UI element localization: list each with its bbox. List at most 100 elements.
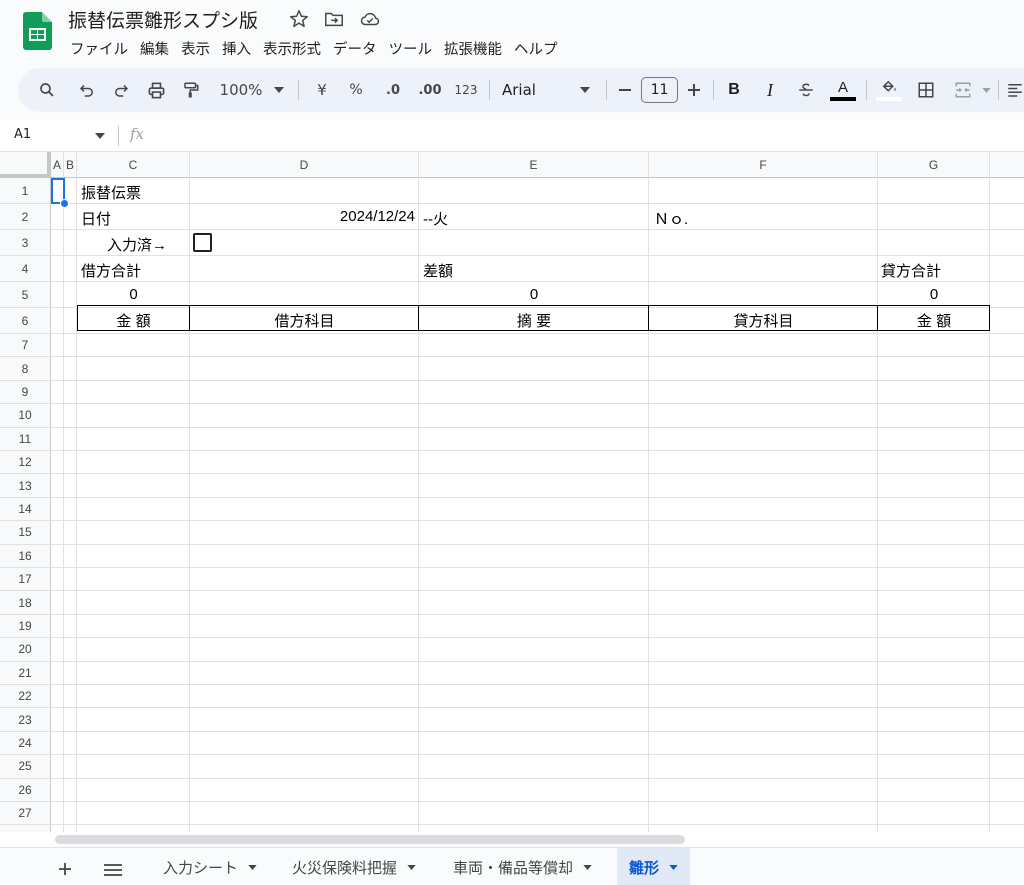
merge-cells-button[interactable]: [952, 68, 974, 112]
row-header[interactable]: 16: [0, 544, 51, 568]
percent-format-button[interactable]: %: [346, 68, 366, 112]
caret-down-icon[interactable]: [669, 864, 678, 870]
bold-button[interactable]: B: [724, 68, 744, 112]
row-header[interactable]: 6: [0, 308, 51, 334]
text-color-button[interactable]: A: [830, 68, 856, 112]
horizontal-scrollbar[interactable]: [55, 835, 685, 844]
column-header-a[interactable]: A: [51, 152, 64, 178]
cell-c4[interactable]: 借方合計: [81, 260, 141, 281]
font-dropdown-button[interactable]: [578, 68, 592, 112]
row-header[interactable]: 13: [0, 474, 51, 498]
caret-down-icon[interactable]: [248, 864, 257, 870]
borders-button[interactable]: [915, 68, 937, 112]
row-header[interactable]: 10: [0, 404, 51, 428]
sheet-tab-depreciation[interactable]: 車両・備品等償却: [453, 848, 592, 885]
zoom-dropdown-button[interactable]: [272, 68, 286, 112]
sheets-logo-icon[interactable]: [23, 12, 52, 50]
column-header-g[interactable]: G: [878, 152, 990, 178]
select-all-corner[interactable]: [0, 152, 51, 178]
menu-help[interactable]: ヘルプ: [508, 36, 564, 60]
sheet-tab-template[interactable]: 雛形: [617, 848, 691, 885]
menu-view[interactable]: 表示: [175, 36, 216, 60]
column-header-h[interactable]: [990, 152, 1024, 178]
row-header[interactable]: 21: [0, 661, 51, 685]
row-header[interactable]: 8: [0, 357, 51, 381]
row-header[interactable]: 2: [0, 204, 51, 230]
italic-button[interactable]: I: [760, 68, 780, 112]
spreadsheet-grid[interactable]: A B C D E F G 1 2 3 4 5 6 7 8 9 10 11 12 13 14 15 16 17 1…: [0, 152, 1024, 834]
cell-c5[interactable]: 0: [77, 286, 190, 303]
caret-down-icon[interactable]: [583, 864, 592, 870]
print-button[interactable]: [143, 68, 169, 112]
zoom-value[interactable]: 100%: [218, 68, 264, 112]
column-header-b[interactable]: B: [64, 152, 77, 178]
cell-c3[interactable]: 入力済→: [77, 234, 187, 255]
row-header[interactable]: 20: [0, 638, 51, 662]
row-header[interactable]: 12: [0, 451, 51, 475]
column-header-f[interactable]: F: [649, 152, 878, 178]
undo-button[interactable]: [74, 68, 100, 112]
cell-f6[interactable]: 貸方科目: [649, 310, 878, 331]
sheet-tab-fire-insurance[interactable]: 火災保険料把握: [292, 848, 416, 885]
increase-decimal-button[interactable]: .00: [416, 68, 444, 112]
row-header[interactable]: 27: [0, 802, 51, 826]
cell-f2[interactable]: Ｎｏ.: [654, 208, 688, 229]
row-header[interactable]: 14: [0, 497, 51, 522]
menu-insert[interactable]: 挿入: [216, 36, 257, 60]
menu-file[interactable]: ファイル: [64, 36, 134, 60]
cell-g5[interactable]: 0: [878, 286, 990, 303]
row-header[interactable]: 23: [0, 708, 51, 732]
horizontal-align-button[interactable]: [1006, 68, 1024, 112]
row-header[interactable]: 7: [0, 334, 51, 358]
cell-e2[interactable]: --火: [423, 208, 448, 229]
redo-button[interactable]: [108, 68, 134, 112]
cell-c1[interactable]: 振替伝票: [81, 182, 141, 203]
sheet-tab-input[interactable]: 入力シート: [163, 848, 257, 885]
more-formats-button[interactable]: 123: [452, 68, 480, 112]
document-title[interactable]: 振替伝票雛形スプシ版: [68, 6, 258, 33]
row-header[interactable]: 24: [0, 731, 51, 756]
merge-dropdown-button[interactable]: [980, 68, 992, 112]
cell-e4[interactable]: 差額: [423, 260, 453, 281]
row-header[interactable]: 4: [0, 256, 51, 282]
strikethrough-button[interactable]: [795, 68, 817, 112]
column-header-c[interactable]: C: [77, 152, 190, 178]
add-sheet-button[interactable]: [58, 856, 72, 881]
row-header[interactable]: 22: [0, 685, 51, 709]
caret-down-icon[interactable]: [95, 133, 105, 139]
cell-g4[interactable]: 貸方合計: [881, 260, 941, 281]
cloud-saved-icon[interactable]: [359, 8, 381, 30]
row-header[interactable]: 26: [0, 778, 51, 802]
menu-edit[interactable]: 編集: [134, 36, 175, 60]
checkbox-d3[interactable]: [193, 233, 212, 252]
star-icon[interactable]: [288, 8, 310, 30]
caret-down-icon[interactable]: [407, 864, 416, 870]
search-menus-button[interactable]: [34, 68, 60, 112]
cell-e6[interactable]: 摘 要: [419, 310, 649, 331]
column-header-d[interactable]: D: [190, 152, 419, 178]
fill-color-button[interactable]: [876, 68, 902, 112]
font-family-select[interactable]: Arial: [502, 68, 542, 112]
decrease-decimal-button[interactable]: .0: [380, 68, 406, 112]
row-header[interactable]: 9: [0, 380, 51, 405]
currency-format-button[interactable]: ¥: [312, 68, 332, 112]
increase-font-size-button[interactable]: [684, 68, 704, 112]
decrease-font-size-button[interactable]: [615, 68, 635, 112]
row-header[interactable]: 19: [0, 614, 51, 639]
row-header[interactable]: 1: [0, 178, 51, 204]
column-header-e[interactable]: E: [419, 152, 649, 178]
font-size-input[interactable]: 11: [641, 77, 678, 103]
row-header[interactable]: 11: [0, 427, 51, 451]
cell-e5[interactable]: 0: [419, 286, 649, 303]
menu-tools[interactable]: ツール: [383, 36, 439, 60]
name-box[interactable]: A1: [14, 127, 31, 142]
cell-c2[interactable]: 日付: [81, 208, 111, 229]
row-header[interactable]: 15: [0, 521, 51, 545]
cell-c6[interactable]: 金 額: [77, 310, 190, 331]
cell-d2[interactable]: 2024/12/24: [190, 208, 415, 225]
paint-format-button[interactable]: [178, 68, 204, 112]
fill-handle[interactable]: [60, 199, 69, 208]
row-header[interactable]: 3: [0, 230, 51, 256]
move-to-folder-icon[interactable]: [323, 8, 345, 30]
row-header[interactable]: 18: [0, 591, 51, 615]
